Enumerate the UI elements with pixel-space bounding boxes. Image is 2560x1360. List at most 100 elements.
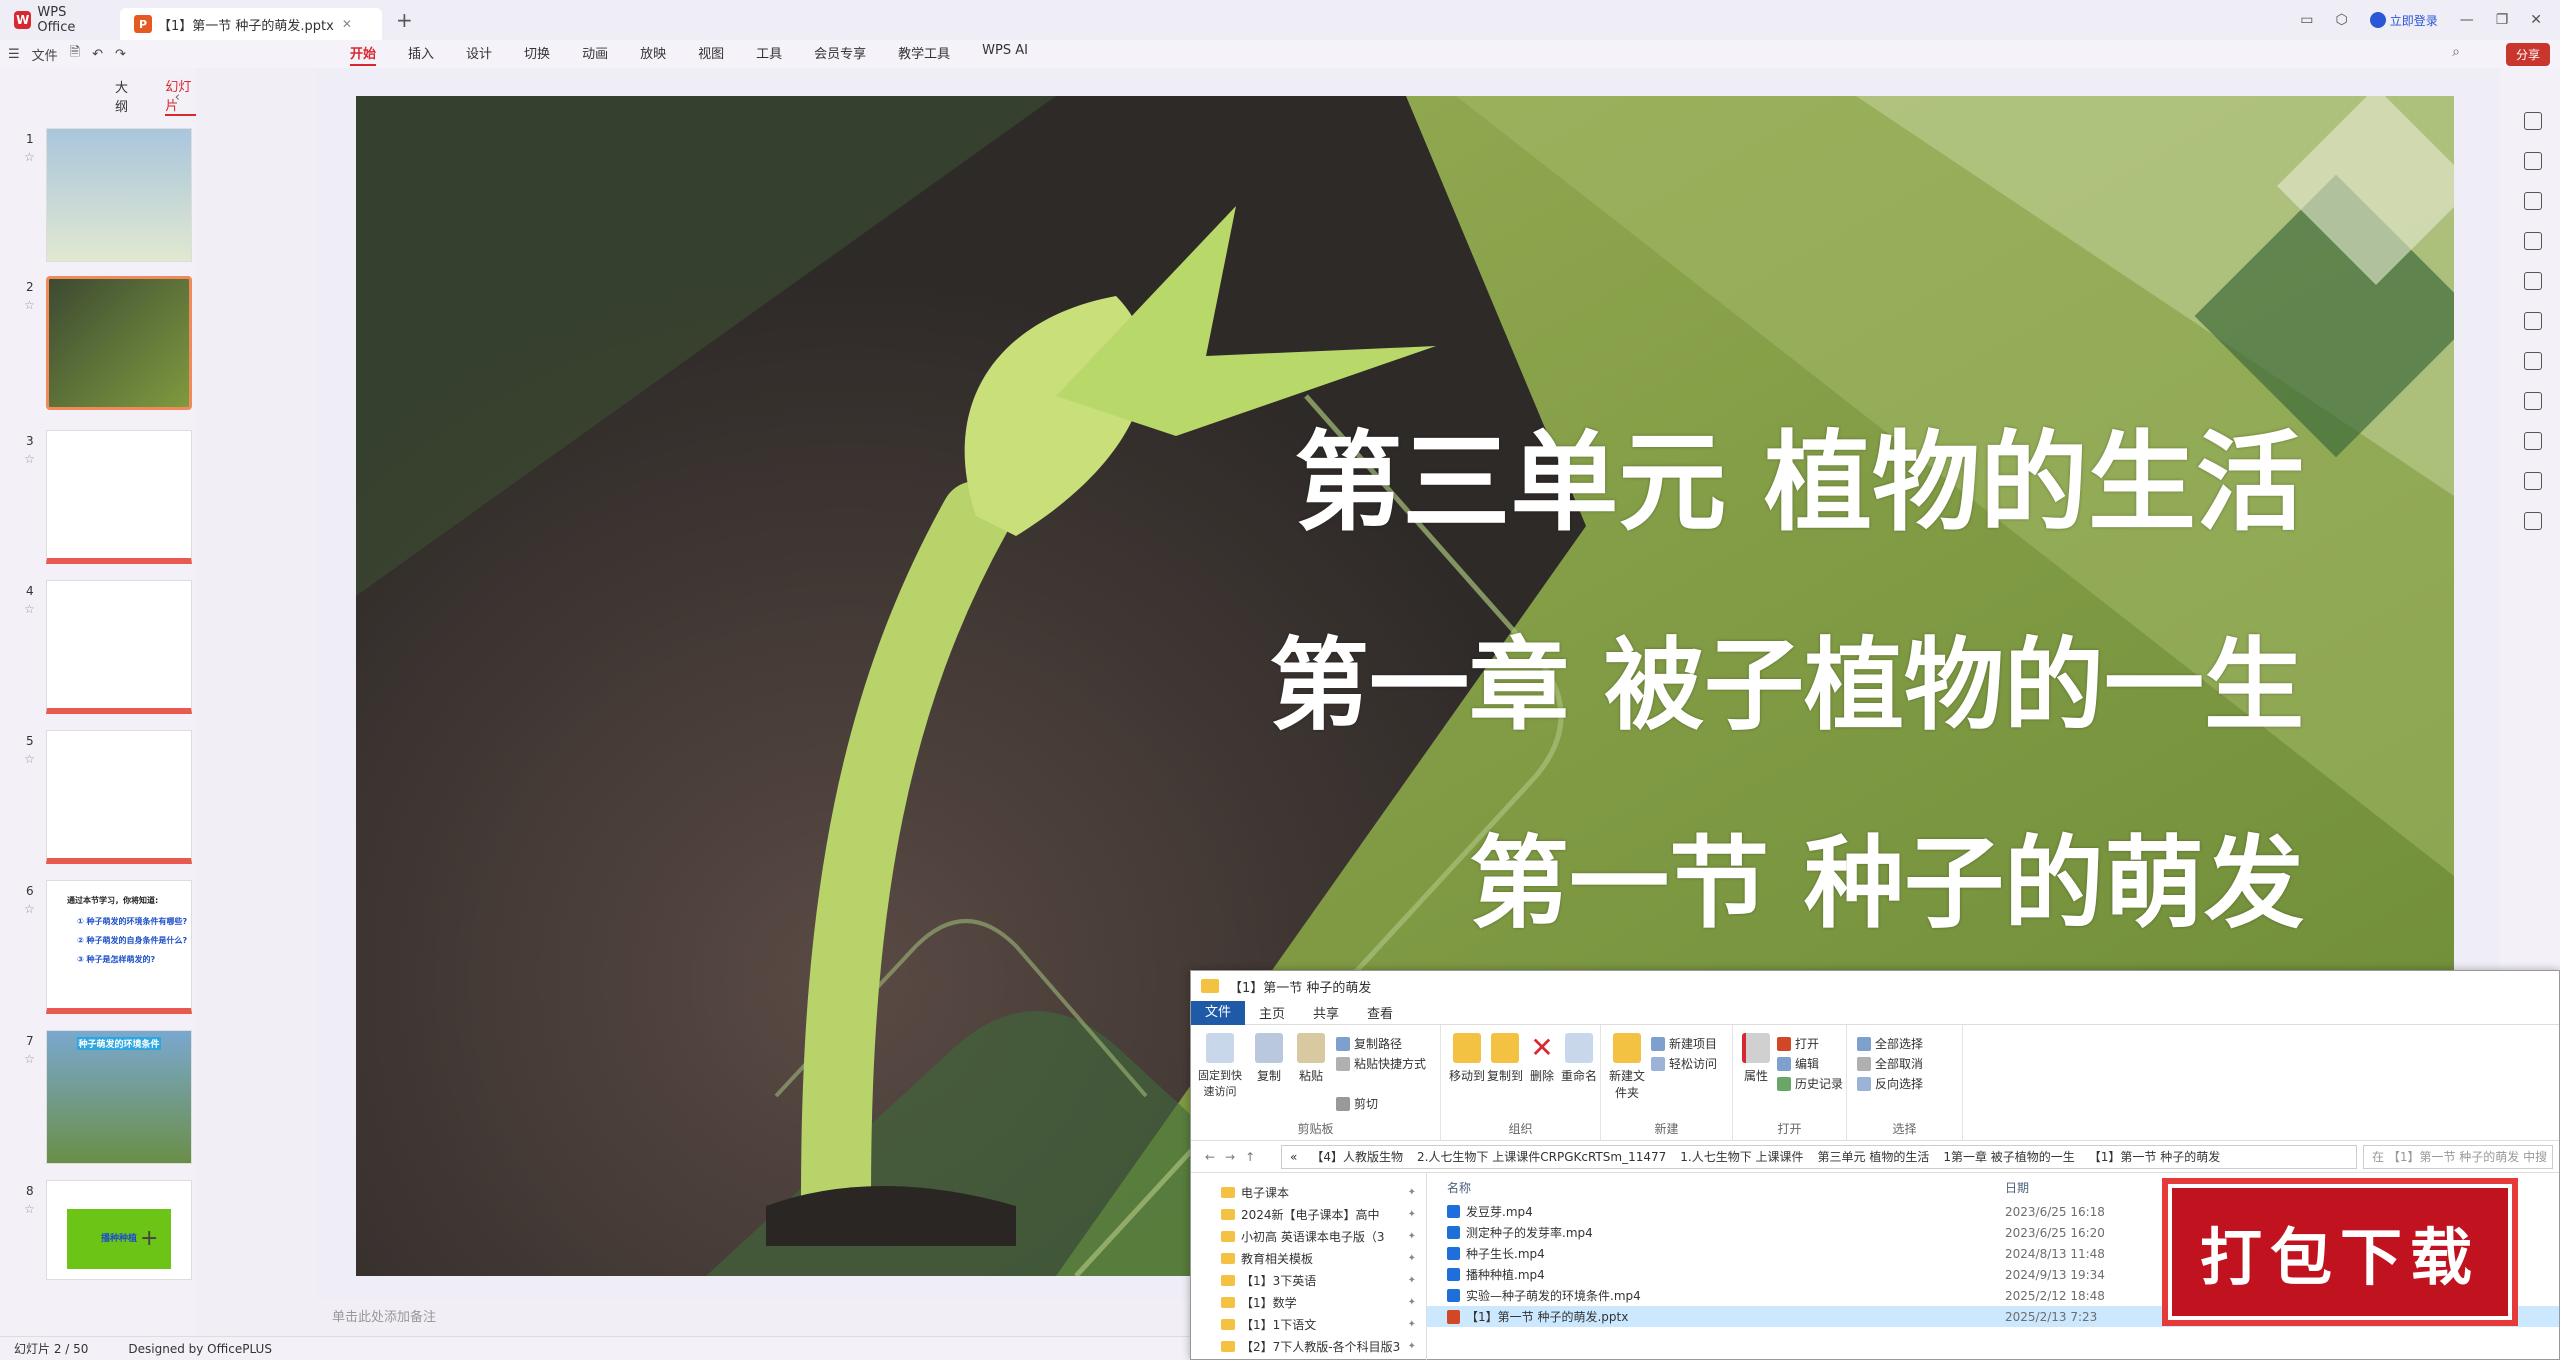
- tab-outline[interactable]: 大纲: [115, 77, 135, 115]
- invert-selection-button[interactable]: 反向选择: [1857, 1075, 1923, 1092]
- slide-thumbnail[interactable]: [46, 430, 192, 564]
- download-stamp[interactable]: 打包下载: [2162, 1178, 2518, 1326]
- nav-folder-item[interactable]: 小初高 英语课本电子版（3 ✦: [1191, 1225, 1426, 1247]
- delete-button[interactable]: ✕ 删除: [1525, 1033, 1559, 1084]
- address-bar[interactable]: « 【4】人教版生物 2.人七生物下 上课课件CRPGKcRTSm_11477 1.人…: [1281, 1144, 2357, 1169]
- nav-folder-item[interactable]: 电子课本 ✦: [1191, 1181, 1426, 1203]
- maximize-icon[interactable]: ❐: [2496, 12, 2509, 28]
- skin-icon[interactable]: ⬡: [2335, 12, 2347, 28]
- select-none-button[interactable]: 全部取消: [1857, 1055, 1923, 1072]
- side-tool-icon[interactable]: [2524, 272, 2542, 290]
- designer-credit[interactable]: Designed by OfficePLUS: [128, 1342, 272, 1356]
- favorite-star-icon[interactable]: ☆: [24, 902, 35, 916]
- side-tool-icon[interactable]: [2524, 432, 2542, 450]
- rename-button[interactable]: 重命名: [1559, 1033, 1599, 1084]
- nav-folder-item[interactable]: 【1】数学 ✦: [1191, 1291, 1426, 1313]
- nav-folder-item[interactable]: 【2】7下人教版-各个科目版3 ✦: [1191, 1335, 1426, 1357]
- side-tool-icon[interactable]: [2524, 512, 2542, 530]
- nav-folder-item[interactable]: 教育相关模板 ✦: [1191, 1247, 1426, 1269]
- breadcrumb-item[interactable]: 第三单元 植物的生活: [1818, 1148, 1930, 1165]
- slide-thumbnail[interactable]: [46, 128, 192, 262]
- explorer-tab-3[interactable]: 查看: [1353, 1003, 1407, 1022]
- easy-access-button[interactable]: 轻松访问: [1651, 1055, 1717, 1072]
- side-tool-icon[interactable]: [2524, 152, 2542, 170]
- paste-shortcut-button[interactable]: 粘贴快捷方式: [1336, 1055, 1426, 1072]
- login-button[interactable]: 立即登录: [2369, 12, 2438, 29]
- add-slide-button[interactable]: +: [140, 1226, 158, 1251]
- menu-item-1[interactable]: 插入: [408, 43, 434, 66]
- side-tool-icon[interactable]: [2524, 112, 2542, 130]
- cut-button[interactable]: 剪切: [1336, 1095, 1378, 1112]
- tab-document[interactable]: P 【1】第一节 种子的萌发.pptx ✕: [120, 8, 382, 40]
- favorite-star-icon[interactable]: ☆: [24, 602, 35, 616]
- copy-button[interactable]: 复制: [1251, 1033, 1287, 1084]
- move-to-button[interactable]: 移动到: [1447, 1033, 1487, 1084]
- close-window-icon[interactable]: ✕: [2530, 12, 2542, 28]
- breadcrumb-item[interactable]: 1第一章 被子植物的一生: [1943, 1148, 2074, 1165]
- menu-item-6[interactable]: 视图: [698, 43, 724, 66]
- menu-item-7[interactable]: 工具: [756, 43, 782, 66]
- menu-item-10[interactable]: WPS AI: [982, 43, 1028, 66]
- layout-icon[interactable]: ▭: [2300, 12, 2313, 28]
- save-icon[interactable]: 🗎: [70, 43, 80, 65]
- menu-item-9[interactable]: 教学工具: [898, 43, 950, 66]
- column-name[interactable]: 名称: [1427, 1179, 2005, 1196]
- redo-icon[interactable]: ↷: [115, 47, 126, 62]
- slide-title-chapter[interactable]: 第一章 被子植物的一生: [1269, 604, 2304, 749]
- breadcrumb-item[interactable]: «: [1290, 1150, 1297, 1164]
- explorer-tab-1[interactable]: 主页: [1245, 1003, 1299, 1022]
- menu-item-0[interactable]: 开始: [350, 43, 377, 66]
- breadcrumb-item[interactable]: 【4】人教版生物: [1311, 1148, 1403, 1165]
- slide-thumbnail[interactable]: [46, 276, 192, 410]
- paste-button[interactable]: 粘贴: [1293, 1033, 1329, 1084]
- menu-item-3[interactable]: 切换: [524, 43, 550, 66]
- explorer-tab-0[interactable]: 文件: [1191, 1000, 1246, 1025]
- history-button[interactable]: 历史记录: [1777, 1075, 1843, 1092]
- slide-thumbnail[interactable]: 播种种植: [46, 1180, 192, 1280]
- side-tool-icon[interactable]: [2524, 392, 2542, 410]
- menu-item-4[interactable]: 动画: [582, 43, 608, 66]
- minimize-icon[interactable]: —: [2460, 12, 2474, 28]
- new-item-button[interactable]: 新建项目: [1651, 1035, 1717, 1052]
- copy-to-button[interactable]: 复制到: [1485, 1033, 1525, 1084]
- menu-hamburger-icon[interactable]: ☰: [8, 47, 20, 62]
- undo-icon[interactable]: ↶: [92, 47, 103, 62]
- breadcrumb-item[interactable]: 2.人七生物下 上课课件CRPGKcRTSm_11477: [1417, 1148, 1666, 1165]
- select-all-button[interactable]: 全部选择: [1857, 1035, 1923, 1052]
- menu-item-2[interactable]: 设计: [466, 43, 492, 66]
- favorite-star-icon[interactable]: ☆: [24, 752, 35, 766]
- column-date[interactable]: 日期: [2005, 1179, 2029, 1196]
- properties-button[interactable]: 属性: [1739, 1033, 1773, 1084]
- menu-file[interactable]: 文件: [32, 45, 58, 64]
- explorer-search-input[interactable]: 在 【1】第一节 种子的萌发 中搜: [2363, 1144, 2553, 1169]
- slide-thumbnail[interactable]: 通过本节学习，你将知道: ① 种子萌发的环境条件有哪些? ② 种子萌发的自身条件是什…: [46, 880, 192, 1014]
- side-tool-icon[interactable]: [2524, 472, 2542, 490]
- tab-wps-home[interactable]: W WPS Office: [0, 4, 120, 36]
- slide-title-unit[interactable]: 第三单元 植物的生活: [1294, 396, 2304, 552]
- favorite-star-icon[interactable]: ☆: [24, 452, 35, 466]
- explorer-tab-2[interactable]: 共享: [1299, 1003, 1353, 1022]
- breadcrumb-item[interactable]: 1.人七生物下 上课课件: [1680, 1148, 1803, 1165]
- tab-slides[interactable]: 幻灯片: [165, 76, 196, 116]
- collapse-panel-icon[interactable]: ‹: [175, 90, 180, 105]
- open-button[interactable]: 打开: [1777, 1035, 1819, 1052]
- side-tool-icon[interactable]: [2524, 312, 2542, 330]
- share-button[interactable]: 分享: [2505, 43, 2550, 66]
- slide-title-section[interactable]: 第一节 种子的萌发: [1469, 802, 2304, 947]
- nav-buttons[interactable]: ←→↑: [1191, 1150, 1281, 1164]
- new-tab-button[interactable]: +: [396, 8, 413, 32]
- slide-thumbnail[interactable]: 种子萌发的环境条件: [46, 1030, 192, 1164]
- copy-path-button[interactable]: 复制路径: [1336, 1035, 1402, 1052]
- nav-folder-item[interactable]: 2024新【电子课本】高中 ✦: [1191, 1203, 1426, 1225]
- breadcrumb-item[interactable]: 【1】第一节 种子的萌发: [2089, 1148, 2220, 1165]
- nav-folder-item[interactable]: 【1】1下语文 ✦: [1191, 1313, 1426, 1335]
- favorite-star-icon[interactable]: ☆: [24, 150, 35, 164]
- nav-folder-item[interactable]: 【1】3下英语 ✦: [1191, 1269, 1426, 1291]
- notes-placeholder[interactable]: 单击此处添加备注: [332, 1306, 436, 1325]
- close-tab-icon[interactable]: ✕: [342, 17, 352, 31]
- new-folder-button[interactable]: 新建文件夹: [1607, 1033, 1647, 1101]
- side-tool-icon[interactable]: [2524, 192, 2542, 210]
- slide-thumbnail[interactable]: [46, 580, 192, 714]
- pin-quick-access-button[interactable]: 固定到快速访问: [1197, 1033, 1243, 1099]
- favorite-star-icon[interactable]: ☆: [24, 1052, 35, 1066]
